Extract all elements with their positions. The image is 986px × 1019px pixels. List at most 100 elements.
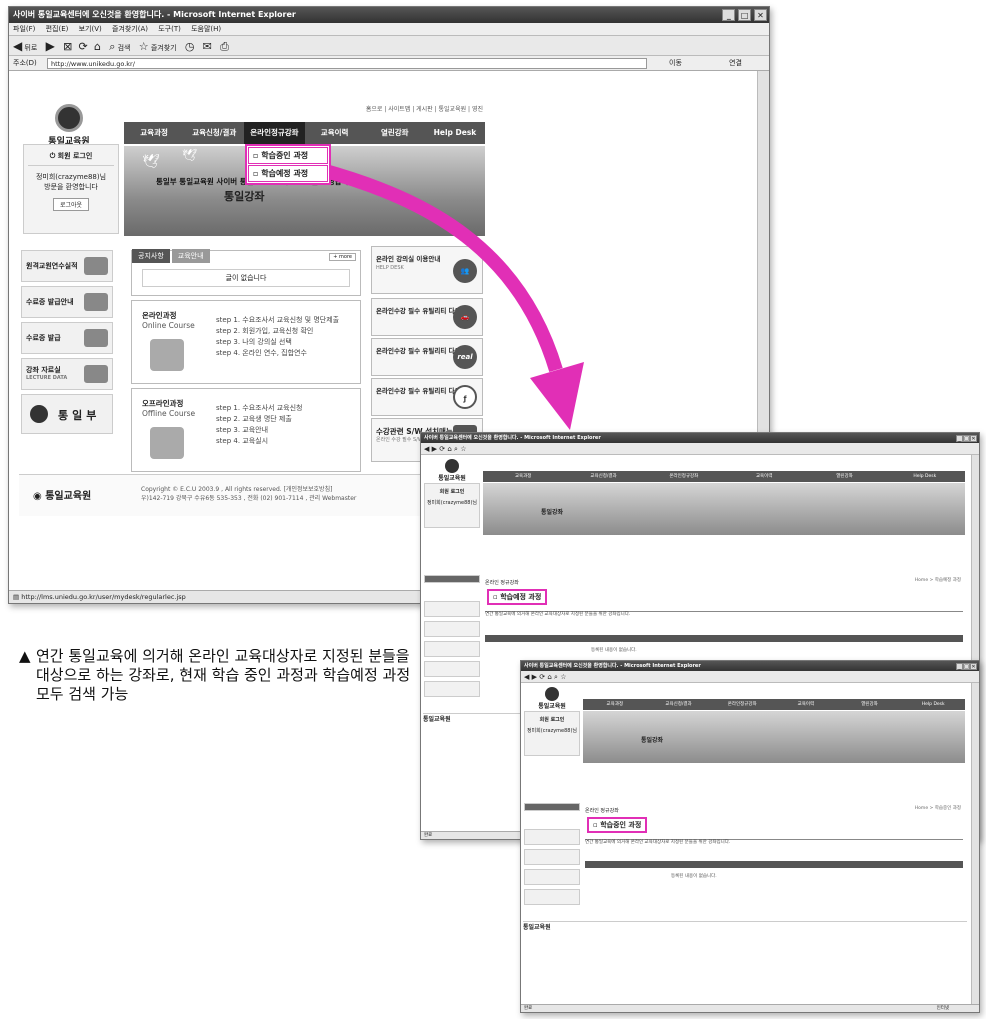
maximize-button[interactable]: □ [963,663,970,670]
history-icon[interactable]: ◷ [185,40,195,53]
side-menu-item[interactable] [524,889,580,905]
menu-edit[interactable]: 편집(E) [46,25,69,33]
nav-history[interactable]: 교육이력 [724,471,804,482]
side-lecture-data[interactable]: 강좌 자료실 LECTURE DATA [21,358,113,390]
minimize-button[interactable]: _ [956,663,963,670]
mail-icon[interactable]: ✉ [203,40,212,53]
forward-icon[interactable]: ▶ [46,39,55,53]
search-icon[interactable]: ⌕ [109,40,115,53]
back-icon[interactable]: ◀ [424,445,429,453]
back-button-label[interactable]: 뒤로 [24,44,37,52]
nav-history[interactable]: 교육이력 [305,122,365,144]
favorites-icon[interactable]: ☆ [560,673,566,681]
minimize-button[interactable]: _ [722,9,736,21]
favorites-icon[interactable]: ☆ [460,445,466,453]
home-icon[interactable]: ⌂ [547,673,551,681]
favorites-button-label[interactable]: 즐겨찾기 [151,44,177,52]
footer-logo: ◉ 통일교육원 [33,487,91,502]
nav-helpdesk[interactable]: Help Desk [901,699,965,710]
nav-helpdesk[interactable]: Help Desk [885,471,965,482]
top-links[interactable]: 홈으로 | 사이트맵 | 게시판 | 통일교육원 | 영진 [366,104,483,113]
close-button[interactable]: ✕ [970,435,977,442]
nav-history[interactable]: 교육이력 [774,699,838,710]
refresh-icon[interactable]: ⟳ [539,673,545,681]
close-button[interactable]: ✕ [754,9,767,21]
maximize-button[interactable]: □ [738,9,752,21]
right-box-utility-3[interactable]: 온라인수강 필수 유틸리티 다운로드 ƒ [371,378,483,416]
maximize-button[interactable]: □ [963,435,970,442]
menu-favorites[interactable]: 즐겨찾기(A) [112,25,148,33]
page-title-text: 학습예정 과정 [500,593,542,601]
nav-online-regular[interactable]: 온라인정규강좌 [710,699,774,710]
side-certificate-guide[interactable]: 수료증 발급안내 [21,286,113,318]
vertical-scrollbar[interactable] [971,683,979,1004]
back-icon[interactable]: ◀ [524,673,529,681]
back-icon[interactable]: ◀ [13,39,22,53]
dropdown-item-scheduled[interactable]: ▫ 학습예정 과정 [248,165,328,182]
go-button[interactable]: 이동 [669,56,682,70]
side-menu-item[interactable] [524,849,580,865]
forward-icon[interactable]: ▶ [532,673,537,681]
refresh-icon[interactable]: ⟳ [439,445,445,453]
logout-button[interactable]: 로그아웃 [52,198,90,211]
forward-icon[interactable]: ▶ [432,445,437,453]
minimize-button[interactable]: _ [956,435,963,442]
side-menu-item[interactable] [424,661,480,677]
side-certificate-issue[interactable]: 수료증 발급 [21,322,113,354]
side-menu-item[interactable] [424,641,480,657]
dropdown-item-in-progress[interactable]: ▫ 학습중인 과정 [248,147,328,164]
search-icon[interactable]: ⌕ [454,445,458,453]
copyright: Copyright © E.C.U 2003.9 , All rights re… [141,486,333,493]
site-logo[interactable]: 통일교육원 [527,687,577,710]
refresh-icon[interactable]: ⟳ [79,40,88,53]
stop-icon[interactable]: ⊠ [63,40,72,53]
tab-notice[interactable]: 공지사항 [132,249,170,263]
nav-courses[interactable]: 교육과정 [483,471,563,482]
address-input[interactable]: http://www.unikedu.go.kr/ [47,58,647,69]
nav-courses[interactable]: 교육과정 [124,122,184,144]
home-icon[interactable]: ⌂ [447,445,451,453]
menu-view[interactable]: 보기(V) [79,25,102,33]
side-menu-item[interactable] [424,621,480,637]
site-logo[interactable]: 통일교육원 [427,459,477,482]
nav-online-regular[interactable]: 온라인정규강좌 [644,471,724,482]
nav-apply[interactable]: 교육신청/결과 [184,122,244,144]
favorites-icon[interactable]: ☆ [139,40,149,53]
side-menu-item[interactable] [524,829,580,845]
nav-apply[interactable]: 교육신청/결과 [563,471,643,482]
notice-more-button[interactable]: + more [329,253,356,261]
status-page-icon: ▤ [13,593,20,601]
course-name: 오프라인과정 Offline Course [142,399,195,419]
side-menu-item[interactable] [524,869,580,885]
home-icon[interactable]: ⌂ [94,40,101,53]
side-menu-item[interactable] [424,601,480,617]
nav-courses[interactable]: 교육과정 [583,699,647,710]
menu-tools[interactable]: 도구(T) [158,25,181,33]
login-welcome: 방문을 환영합니다 [44,183,98,191]
menu-help[interactable]: 도움말(H) [191,25,221,33]
menu-file[interactable]: 파일(F) [13,25,35,33]
nav-open-lecture[interactable]: 열린강좌 [365,122,425,144]
side-teacher-training[interactable]: 원격교원연수실적 [21,250,113,282]
close-button[interactable]: ✕ [970,663,977,670]
printer-icon [84,329,108,347]
nav-open-lecture[interactable]: 열린강좌 [804,471,884,482]
nav-open-lecture[interactable]: 열린강좌 [838,699,902,710]
nav-apply[interactable]: 교육신청/결과 [647,699,711,710]
title-bar: 사이버 통일교육센터에 오신것을 환영합니다. - Microsoft Inte… [9,7,769,23]
side-ministry-link[interactable]: 통일부 [21,394,113,434]
footer-logo-text: 통일교육원 [423,716,451,723]
tab-guide[interactable]: 교육안내 [171,249,210,263]
search-button-label[interactable]: 검색 [118,44,131,52]
nav-helpdesk[interactable]: Help Desk [425,122,485,144]
side-menu-item[interactable] [424,681,480,697]
right-box-utility-2[interactable]: 온라인수강 필수 유틸리티 다운로드 real [371,338,483,376]
links-label[interactable]: 연결 [729,56,742,70]
right-box-help[interactable]: 온라인 강의실 이용안내 HELP DESK 👥 [371,246,483,294]
search-icon[interactable]: ⌕ [554,673,558,681]
print-icon[interactable]: ⎙ [220,40,229,53]
nav-online-regular[interactable]: 온라인정규강좌 [244,122,305,144]
window-controls: _ □ ✕ [956,662,977,671]
right-box-utility-1[interactable]: 온라인수강 필수 유틸리티 다운로드 🚗 [371,298,483,336]
site-logo[interactable]: 통일교육원 [29,104,109,147]
